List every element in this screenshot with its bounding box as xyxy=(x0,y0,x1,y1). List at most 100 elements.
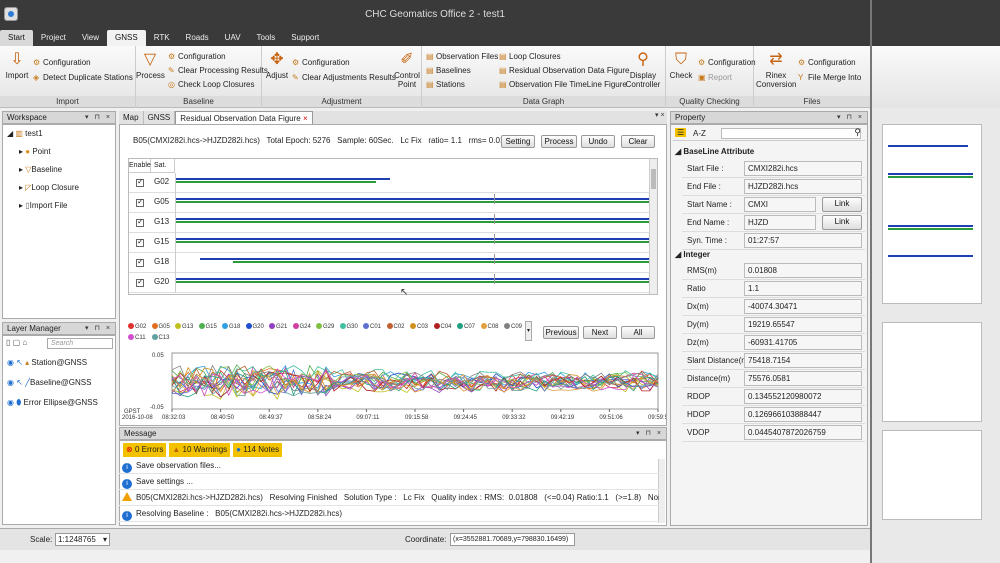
visible-icon[interactable]: ◉ xyxy=(7,398,14,407)
rinex-conversion-button[interactable]: ⇄ Rinex Conversion xyxy=(756,51,796,89)
property-value[interactable]: 0.0445407872026759 xyxy=(744,425,862,440)
panel-controls-icon[interactable]: ▾ ⊓ × xyxy=(636,428,663,440)
visible-icon[interactable]: ◉ xyxy=(7,358,14,367)
tree-item-baseline[interactable]: ▸ ▽Baseline xyxy=(19,165,62,174)
section-baseline-attribute[interactable]: ◢ BaseLine Attribute xyxy=(675,147,754,156)
sort-az-button[interactable]: A-Z xyxy=(693,129,706,138)
message-scrollbar[interactable] xyxy=(658,459,665,523)
property-value[interactable]: 0.134552120980072 xyxy=(744,389,862,404)
menu-gnss[interactable]: GNSS xyxy=(107,30,146,46)
menu-start[interactable]: Start xyxy=(0,30,33,46)
clear-adjustment-results-button[interactable]: ✎ Clear Adjustments Results xyxy=(292,73,396,82)
files-configuration-button[interactable]: ⚙ Configuration xyxy=(798,58,856,67)
legend-scroll-icon[interactable]: ▾ xyxy=(525,321,532,341)
menu-support[interactable]: Support xyxy=(283,30,327,46)
display-controller-button[interactable]: ⚲ Display Controller xyxy=(622,51,664,89)
quality-configuration-button[interactable]: ⚙ Configuration xyxy=(698,58,756,67)
property-value[interactable]: HJZD xyxy=(744,215,816,230)
loop-closures-button[interactable]: ▤ Loop Closures xyxy=(499,52,561,61)
menu-tools[interactable]: Tools xyxy=(249,30,284,46)
menu-view[interactable]: View xyxy=(74,30,107,46)
undo-button[interactable]: Undo xyxy=(581,135,615,148)
legend-item[interactable]: C01 xyxy=(363,323,381,330)
layer-toolbar-icons[interactable]: ▯ ▢ ⌂ xyxy=(6,338,27,347)
legend-item[interactable]: G02 xyxy=(128,323,146,330)
property-value[interactable]: CMXI282i.hcs xyxy=(744,161,862,176)
menu-project[interactable]: Project xyxy=(33,30,74,46)
legend-item[interactable]: C08 xyxy=(480,323,499,330)
section-integer[interactable]: ◢ Integer xyxy=(675,250,710,259)
observation-timeline-figure-button[interactable]: ▤ Observation File TimeLine Figure xyxy=(499,80,627,89)
check-button[interactable]: ⛉ Check xyxy=(668,51,694,80)
property-search-input[interactable] xyxy=(721,128,861,139)
residual-observation-figure-button[interactable]: ▤ Residual Observation Data Figure xyxy=(499,66,630,75)
warnings-filter[interactable]: ▲ 10 Warnings xyxy=(169,443,231,457)
property-value[interactable]: 75418.7154 xyxy=(744,353,862,368)
enable-checkbox[interactable] xyxy=(136,237,144,247)
legend-item[interactable]: G18 xyxy=(222,323,240,330)
tree-item-import-file[interactable]: ▸ ▯Import File xyxy=(19,201,67,210)
previous-button[interactable]: Previous xyxy=(543,326,579,339)
scrollbar-thumb[interactable] xyxy=(651,169,656,189)
file-merge-into-button[interactable]: Y File Merge Into xyxy=(798,73,861,82)
enable-checkbox[interactable] xyxy=(136,217,144,227)
errors-filter[interactable]: ⊗ 0 Errors xyxy=(123,443,167,457)
process-figure-button[interactable]: Process xyxy=(541,135,577,148)
clear-processing-results-button[interactable]: ✎ Clear Processing Results xyxy=(168,66,268,75)
legend-item[interactable]: G29 xyxy=(316,323,334,330)
check-loop-closures-button[interactable]: ◎ Check Loop Closures xyxy=(168,80,254,89)
enable-checkbox[interactable] xyxy=(136,197,144,207)
baselines-button[interactable]: ▤ Baselines xyxy=(426,66,471,75)
import-configuration-button[interactable]: ⚙ Configuration xyxy=(33,58,91,67)
property-value[interactable]: -60931.41705 xyxy=(744,335,862,350)
enable-checkbox[interactable] xyxy=(136,277,144,287)
menu-rtk[interactable]: RTK xyxy=(146,30,178,46)
notes-filter[interactable]: ● 114 Notes xyxy=(233,443,283,457)
tree-root[interactable]: ◢ ▥ test1 xyxy=(7,129,43,138)
property-value[interactable]: 01:27:57 xyxy=(744,233,862,248)
clear-button[interactable]: Clear xyxy=(621,135,655,148)
property-value[interactable]: 19219.65547 xyxy=(744,317,862,332)
setting-button[interactable]: Setting xyxy=(501,135,535,148)
enable-checkbox[interactable] xyxy=(136,257,144,267)
legend-item[interactable]: C04 xyxy=(433,323,452,330)
legend-item[interactable]: C03 xyxy=(410,323,428,330)
panel-controls-icon[interactable]: ▾ ⊓ × xyxy=(85,112,112,124)
property-value[interactable]: 1.1 xyxy=(744,281,862,296)
legend-item[interactable]: C07 xyxy=(457,323,475,330)
link-button[interactable]: Link xyxy=(822,215,862,230)
control-point-button[interactable]: ✐ Control Point xyxy=(392,51,422,89)
legend-item[interactable]: G15 xyxy=(198,323,217,330)
legend-item[interactable]: G30 xyxy=(339,323,358,330)
observation-files-button[interactable]: ▤ Observation Files xyxy=(426,52,498,61)
report-button[interactable]: ▣ Report xyxy=(698,73,732,82)
layer-item-baseline[interactable]: ◉ ↖ ╱Baseline@GNSS xyxy=(7,378,91,387)
property-value[interactable]: -40074.30471 xyxy=(744,299,862,314)
menu-uav[interactable]: UAV xyxy=(217,30,249,46)
legend-item[interactable]: C13 xyxy=(151,334,170,341)
property-value[interactable]: HJZD282i.hcs xyxy=(744,179,862,194)
process-button[interactable]: ▽ Process xyxy=(136,51,165,80)
legend-item[interactable]: C11 xyxy=(128,334,146,341)
tab-gnss[interactable]: GNSS xyxy=(143,111,176,124)
grid-scrollbar[interactable] xyxy=(649,159,657,294)
property-value[interactable]: 0.126966103888447 xyxy=(744,407,862,422)
legend-item[interactable]: G20 xyxy=(245,323,264,330)
property-value[interactable]: 75576.0581 xyxy=(744,371,862,386)
tree-item-loop-closure[interactable]: ▸ ◸Loop Closure xyxy=(19,183,79,192)
panel-controls-icon[interactable]: ▾ ⊓ × xyxy=(837,112,864,124)
property-value[interactable]: 0.01808 xyxy=(744,263,862,278)
layer-item-error-ellipse[interactable]: ◉ ⬮ Error Ellipse@GNSS xyxy=(7,398,98,408)
property-value[interactable]: CMXI xyxy=(744,197,816,212)
import-button[interactable]: ⇩ Import xyxy=(3,51,31,80)
scale-select[interactable]: 1:1248765 ▾ xyxy=(55,533,110,546)
panel-controls-icon[interactable]: ▾ ⊓ × xyxy=(85,323,112,335)
adjust-configuration-button[interactable]: ⚙ Configuration xyxy=(292,58,350,67)
next-button[interactable]: Next xyxy=(583,326,617,339)
categorized-icon[interactable]: ☰ xyxy=(675,128,687,137)
enable-checkbox[interactable] xyxy=(136,177,144,187)
legend-item[interactable]: G24 xyxy=(292,323,311,330)
detect-duplicate-stations-button[interactable]: ◈ Detect Duplicate Stations xyxy=(33,73,133,82)
stations-button[interactable]: ▤ Stations xyxy=(426,80,465,89)
tab-menu-icon[interactable]: ▾ × xyxy=(655,111,665,119)
